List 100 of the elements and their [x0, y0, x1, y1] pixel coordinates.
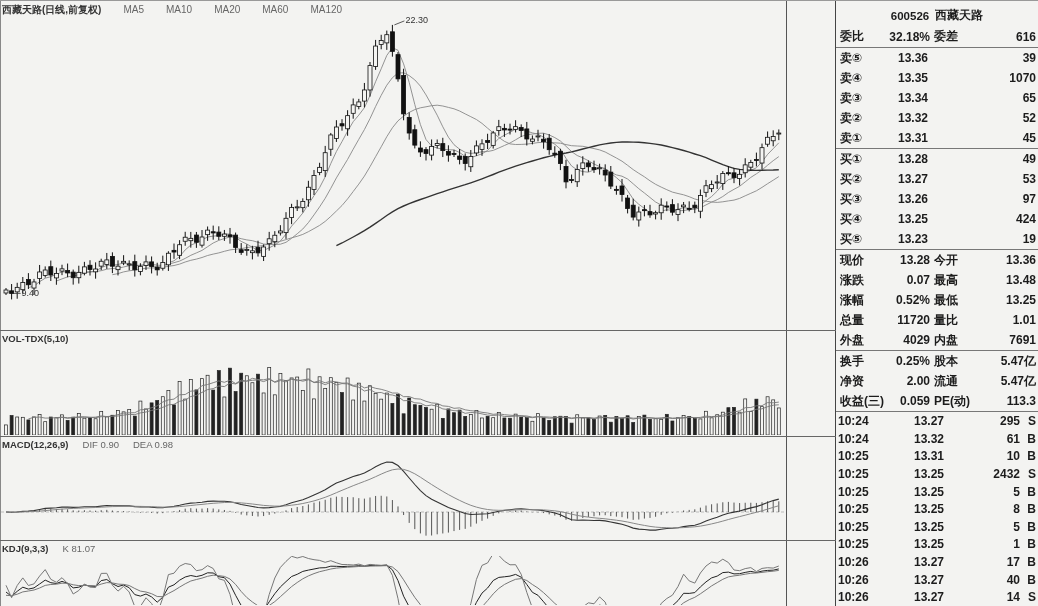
- tick-volume: 40: [1005, 572, 1020, 587]
- panel-title: VOL-TDX(5,10): [2, 333, 69, 344]
- tick-price: 13.25: [913, 467, 946, 482]
- stat-value: 7691: [1008, 333, 1036, 348]
- order-volume: 424: [1014, 212, 1036, 227]
- trade-side-label: B: [1026, 449, 1036, 464]
- tick-price: 13.25: [913, 484, 946, 499]
- trade-side-label: B: [1026, 555, 1036, 569]
- order-volume: 65: [1021, 91, 1036, 106]
- indicator-label: MA10: [166, 4, 193, 15]
- stat-value: 0.059: [898, 394, 930, 409]
- tick-price: 13.25: [913, 502, 946, 517]
- tick-volume: 295: [998, 414, 1020, 429]
- tick-price: 13.27: [913, 590, 946, 605]
- tick-price: 13.25: [913, 519, 946, 534]
- stat-value: 0.25%: [894, 354, 930, 369]
- order-label: 买⑤: [840, 230, 864, 248]
- tick-volume: 8: [1012, 502, 1020, 517]
- order-price: 13.26: [897, 192, 930, 207]
- trade-side-label: B: [1026, 484, 1036, 499]
- stat-value: 13.25: [1004, 293, 1036, 308]
- trade-side-label: B: [1026, 572, 1036, 587]
- order-volume: 39: [1021, 51, 1036, 66]
- stat-label: 涨跌: [840, 271, 865, 289]
- tick-time: 10:25: [838, 449, 870, 464]
- order-volume: 49: [1021, 152, 1036, 167]
- order-label: 买②: [840, 170, 864, 188]
- tick-price: 13.27: [913, 572, 946, 587]
- order-volume: 45: [1021, 131, 1036, 146]
- stat-value: 4029: [902, 333, 930, 348]
- tick-time: 10:26: [838, 555, 870, 569]
- trade-side-label: B: [1026, 431, 1036, 446]
- stat-value: 13.28: [898, 253, 930, 268]
- tick-price: 13.27: [913, 414, 946, 429]
- order-volume: 97: [1021, 192, 1036, 207]
- tick-time: 10:24: [838, 431, 870, 446]
- order-price: 13.32: [897, 111, 930, 126]
- order-label: 卖⑤: [840, 49, 864, 67]
- indicator-value: DIF 0.90: [82, 439, 119, 450]
- stat-label: 收益(三): [840, 392, 884, 410]
- stat-label: 最低: [933, 291, 959, 309]
- stat-value: 616: [1014, 29, 1036, 44]
- stat-value: 5.47亿: [999, 352, 1036, 370]
- stat-label: PE(动): [933, 392, 971, 410]
- stock-name: 西藏天路: [935, 8, 984, 24]
- order-price: 13.35: [897, 71, 930, 86]
- stat-label: 换手: [840, 352, 865, 370]
- stat-value: 13.48: [1004, 273, 1036, 288]
- tick-volume: 61: [1005, 431, 1020, 446]
- stat-label: 现价: [840, 251, 865, 269]
- trade-side-label: S: [1027, 590, 1036, 605]
- trade-side-label: S: [1027, 467, 1036, 482]
- tick-volume: 2432: [992, 467, 1020, 482]
- order-label: 卖①: [840, 129, 864, 147]
- chart-title: 西藏天路(日线,前复权): [2, 2, 102, 17]
- stat-label: 外盘: [840, 331, 865, 349]
- stat-label: 委比: [840, 28, 865, 46]
- tick-volume: 17: [1005, 555, 1020, 569]
- stat-label: 量比: [933, 311, 959, 329]
- tick-volume: 10: [1005, 449, 1020, 464]
- panel-title: MACD(12,26,9): [2, 439, 69, 450]
- stat-value: 1.01: [1011, 313, 1036, 328]
- indicator-label: MA20: [214, 4, 241, 15]
- stat-value: 11720: [896, 313, 930, 328]
- stat-value: 0.07: [905, 273, 930, 288]
- stat-label: 内盘: [933, 331, 959, 349]
- tick-time: 10:25: [838, 519, 870, 534]
- trade-side-label: B: [1026, 519, 1036, 534]
- tick-price: 13.32: [913, 431, 946, 446]
- order-label: 买①: [840, 150, 864, 168]
- order-label: 卖③: [840, 89, 864, 107]
- trade-side-label: B: [1026, 537, 1036, 552]
- tick-price: 13.27: [913, 555, 946, 569]
- indicator-value: DEA 0.98: [132, 439, 174, 450]
- indicator-label: MA60: [262, 4, 289, 15]
- indicator-value: K 81.07: [62, 543, 96, 554]
- order-price: 13.36: [897, 51, 930, 66]
- stat-label: 最高: [933, 271, 959, 289]
- tick-time: 10:25: [838, 467, 870, 482]
- order-volume: 52: [1021, 111, 1036, 126]
- tick-time: 10:26: [838, 572, 870, 587]
- indicator-label: MA120: [310, 4, 343, 15]
- stat-label: 委差: [933, 28, 959, 46]
- tick-price: 13.31: [913, 449, 946, 464]
- tick-time: 10:26: [838, 590, 870, 605]
- order-volume: 19: [1021, 232, 1036, 247]
- stat-label: 股本: [933, 352, 959, 370]
- tick-time: 10:25: [838, 537, 870, 552]
- stat-label: 今开: [933, 251, 959, 269]
- indicator-label: MA5: [123, 4, 144, 15]
- stat-value: 113.3: [1005, 394, 1036, 409]
- stat-value: 5.47亿: [999, 372, 1036, 390]
- stat-label: 总量: [840, 311, 865, 329]
- stat-value: 0.52%: [894, 293, 930, 308]
- order-price: 13.27: [897, 172, 930, 187]
- stat-value: 13.36: [1004, 253, 1036, 268]
- order-price: 13.25: [897, 212, 930, 227]
- tick-price: 13.25: [913, 537, 946, 552]
- stat-value: 2.00: [905, 374, 930, 389]
- tick-time: 10:25: [838, 502, 870, 517]
